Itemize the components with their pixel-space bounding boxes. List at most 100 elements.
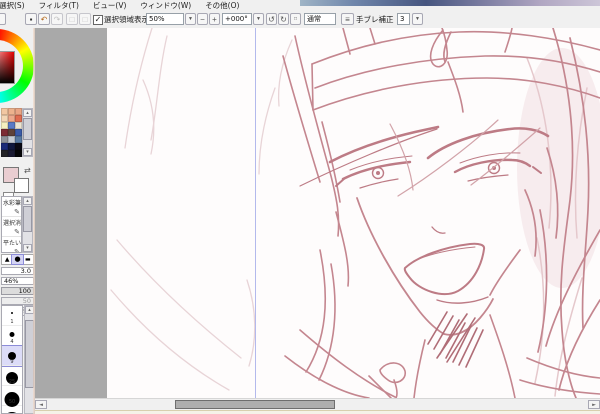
tool-item[interactable]: 選択消し✎ [2, 217, 21, 237]
color-wheel[interactable] [0, 28, 34, 106]
color-swatch[interactable] [15, 122, 22, 129]
angle-field[interactable]: +000° [222, 13, 252, 25]
pen-icon: ✎ [14, 208, 20, 216]
background-color-swatch[interactable] [14, 178, 29, 193]
color-swatch[interactable] [1, 136, 8, 143]
tool-list-scrollbar[interactable]: ▴ ▾ [22, 196, 33, 253]
scroll-down-icon[interactable]: ▾ [23, 244, 32, 252]
color-swatch[interactable] [15, 143, 22, 150]
tool-item[interactable]: 水彩筆 ✎ [2, 197, 21, 217]
canvas-viewport[interactable] [35, 28, 600, 398]
swatch-scrollbar[interactable]: ▴ ▾ [22, 108, 33, 157]
brush-shape-option[interactable]: ▬ [23, 255, 33, 264]
menu-item[interactable]: ウィンドウ(W) [133, 0, 198, 12]
brush-size-preset[interactable]: 50 [2, 386, 22, 407]
brush-dot [9, 332, 15, 337]
scroll-up-icon[interactable]: ▴ [23, 109, 32, 117]
horizontal-scrollbar[interactable]: ◄ ► [35, 398, 600, 410]
brush-shape-strength[interactable]: 50 [1, 297, 34, 305]
brush-size-value[interactable]: 3.0 [1, 267, 34, 275]
brush-size-label: 9 [10, 359, 14, 365]
brush-min-size-value[interactable]: 46% [1, 277, 34, 285]
color-swatch[interactable] [8, 108, 15, 115]
color-swatch[interactable] [15, 150, 22, 157]
rotate-ccw-button[interactable]: ↺ [266, 13, 277, 25]
menu-item[interactable]: 選択(S) [0, 0, 32, 12]
selection-display-checkbox[interactable]: ✓ [93, 15, 103, 25]
scroll-up-icon[interactable]: ▴ [23, 197, 32, 205]
brush-size-label: 4 [10, 339, 14, 345]
color-swatch[interactable] [8, 150, 15, 157]
redo-button[interactable]: ↷ [51, 13, 63, 25]
zoom-dropdown-button[interactable]: ▼ [185, 13, 196, 25]
brush-size-label: 25 [8, 379, 16, 385]
left-panel: ▴ ▾ ⇄ 水彩筆✎選択消し✎平たい✎ ▴ ▾ ▲ ● ▬ 3.0 46% 10… [0, 28, 35, 414]
scrollbar-thumb[interactable] [23, 206, 32, 232]
scroll-left-icon[interactable]: ◄ [35, 400, 47, 409]
color-swatch[interactable] [8, 115, 15, 122]
toolbar-clipped-button[interactable] [0, 13, 6, 25]
zoom-in-button[interactable]: + [209, 13, 220, 25]
scroll-down-icon[interactable]: ▾ [23, 148, 32, 156]
color-swatch[interactable] [1, 129, 8, 136]
brush-size-preset[interactable]: 4 [2, 326, 22, 346]
canvas[interactable] [107, 28, 600, 398]
brush-size-preset[interactable]: 125 [2, 406, 22, 413]
color-swatch[interactable] [1, 115, 8, 122]
color-swatch[interactable] [8, 122, 15, 129]
brush-size-preset[interactable]: 9 [2, 345, 22, 367]
scroll-up-icon[interactable]: ▴ [25, 306, 34, 314]
brush-shape-option-selected[interactable]: ● [11, 254, 24, 265]
color-swatch[interactable] [15, 108, 22, 115]
paint-mode-field[interactable]: 通常 [304, 13, 336, 25]
tool-name: 平たい [3, 240, 22, 247]
swap-colors-icon[interactable]: ⇄ [24, 166, 31, 175]
brush-size-preset-list: 1 4 9 25 50125 [1, 305, 23, 414]
undo-button[interactable]: ↶ [38, 13, 50, 25]
tool-item[interactable]: 平たい ✎ [2, 237, 22, 252]
zoom-out-button[interactable]: − [197, 13, 208, 25]
color-swatch[interactable] [1, 150, 8, 157]
deselect-button[interactable]: □ [66, 13, 78, 25]
canvas-sketch [110, 28, 600, 398]
color-swatch[interactable] [8, 143, 15, 150]
mode-menu-button[interactable]: ≡ [341, 13, 354, 25]
brush-size-preset[interactable]: 1 [2, 306, 22, 326]
zoom-field[interactable]: 50% [146, 13, 184, 25]
menu-item[interactable]: フィルタ(T) [32, 0, 86, 12]
color-swatch[interactable] [8, 129, 15, 136]
saturation-value-box[interactable] [0, 51, 15, 84]
color-swatch[interactable] [1, 122, 8, 129]
brush-shape-row: ▲ ● ▬ [1, 254, 34, 265]
scrollbar-thumb[interactable] [23, 118, 32, 140]
scrollbar-thumb[interactable] [25, 320, 34, 388]
new-canvas-button[interactable]: ▪ [25, 13, 37, 25]
brush-dot [11, 312, 13, 314]
stabilizer-dropdown-button[interactable]: ▼ [412, 13, 423, 25]
menu-item[interactable]: その他(O) [198, 0, 246, 12]
invert-selection-button[interactable]: □ [79, 13, 91, 25]
menu-item[interactable]: ビュー(V) [86, 0, 133, 12]
color-swatch[interactable] [1, 108, 8, 115]
reset-view-button[interactable]: □ [290, 13, 301, 25]
brush-size-label: 1 [10, 319, 14, 325]
color-swatch[interactable] [1, 143, 8, 150]
status-bar [35, 410, 600, 414]
color-swatch[interactable] [15, 129, 22, 136]
brush-shape-option[interactable]: ▲ [2, 255, 12, 264]
color-swatch[interactable] [8, 136, 15, 143]
selection-display-label: 選択領域表示 [104, 15, 149, 24]
color-swatch[interactable] [15, 115, 22, 122]
angle-dropdown-button[interactable]: ▼ [253, 13, 264, 25]
preset-scrollbar[interactable]: ▴ [24, 305, 35, 414]
color-swatch[interactable] [15, 136, 22, 143]
scrollbar-thumb[interactable] [175, 400, 335, 409]
brush-size-preset[interactable]: 25 [2, 366, 22, 386]
background-window-strip [300, 0, 600, 6]
brush-size-label: 50 [8, 399, 16, 405]
rotate-cw-button[interactable]: ↻ [278, 13, 289, 25]
brush-density-slider[interactable]: 100 [1, 287, 34, 295]
stabilizer-label: 手ブレ補正 [356, 15, 394, 24]
scroll-right-icon[interactable]: ► [588, 400, 600, 409]
stabilizer-field[interactable]: 3 [397, 13, 410, 25]
